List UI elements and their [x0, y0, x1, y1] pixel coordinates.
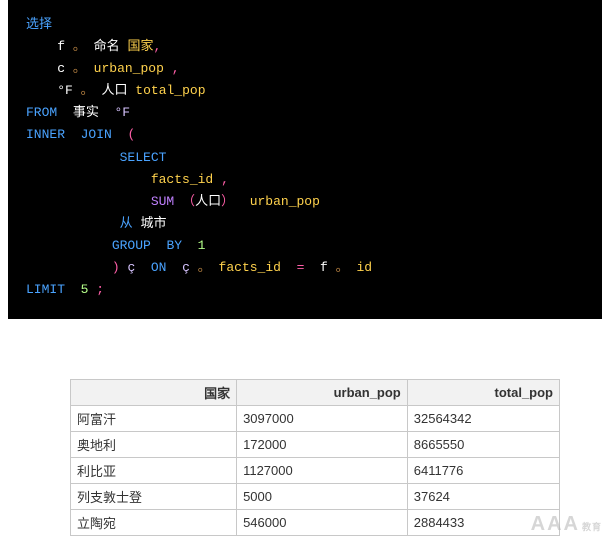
col-header-total-pop: total_pop	[407, 380, 559, 406]
sql-code-block: 选择 f 。 命名 国家, c 。 urban_pop , °F 。 人口 to…	[8, 0, 602, 319]
table-row: 列支敦士登 5000 37624	[71, 484, 560, 510]
table-row: 立陶宛 546000 2884433	[71, 510, 560, 536]
kw-group: GROUP	[112, 238, 151, 253]
kw-select: 选择	[26, 17, 52, 32]
kw-on: ON	[151, 260, 167, 275]
result-table: 国家 urban_pop total_pop 阿富汗 3097000 32564…	[70, 379, 560, 536]
table-header-row: 国家 urban_pop total_pop	[71, 380, 560, 406]
kw-limit: LIMIT	[26, 282, 65, 297]
col-header-urban-pop: urban_pop	[237, 380, 408, 406]
table-row: 阿富汗 3097000 32564342	[71, 406, 560, 432]
kw-inner: INNER	[26, 127, 65, 142]
kw-from: FROM	[26, 105, 57, 120]
col-header-country: 国家	[71, 380, 237, 406]
result-table-wrap: 国家 urban_pop total_pop 阿富汗 3097000 32564…	[70, 379, 560, 536]
kw-by: BY	[166, 238, 182, 253]
kw-join: JOIN	[81, 127, 112, 142]
table-row: 奥地利 172000 8665550	[71, 432, 560, 458]
kw-subselect: SELECT	[120, 150, 167, 165]
table-row: 利比亚 1127000 6411776	[71, 458, 560, 484]
